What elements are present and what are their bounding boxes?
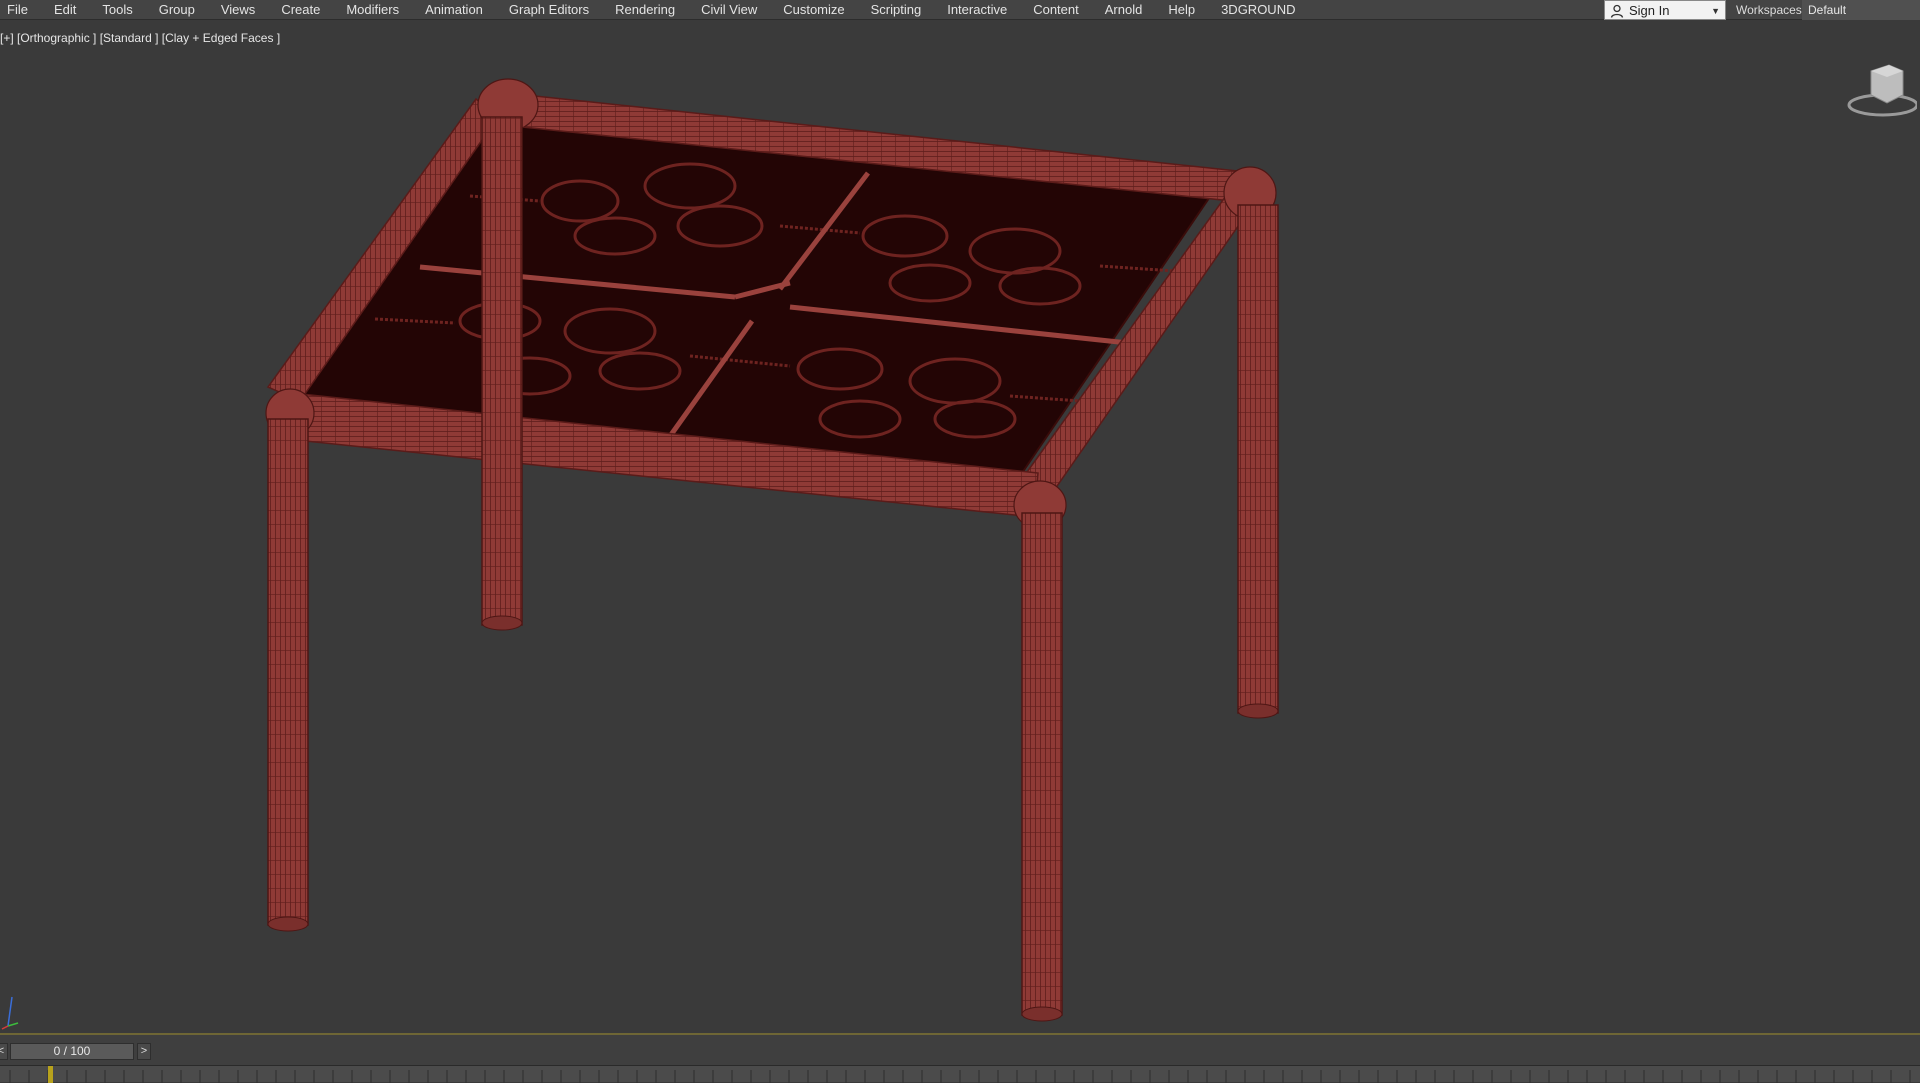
menu-interactive[interactable]: Interactive bbox=[934, 0, 1020, 20]
menu-customize[interactable]: Customize bbox=[770, 0, 857, 20]
leg-front-left bbox=[267, 418, 309, 926]
menu-civil-view[interactable]: Civil View bbox=[688, 0, 770, 20]
menu-scripting[interactable]: Scripting bbox=[858, 0, 935, 20]
menu-help[interactable]: Help bbox=[1155, 0, 1208, 20]
timeline-track[interactable] bbox=[0, 1065, 1920, 1083]
menu-rendering[interactable]: Rendering bbox=[602, 0, 688, 20]
next-frame-button[interactable]: > bbox=[137, 1043, 151, 1060]
time-marker[interactable] bbox=[48, 1066, 53, 1083]
chevron-down-icon: ▼ bbox=[1711, 6, 1720, 16]
prev-frame-button[interactable]: < bbox=[0, 1043, 8, 1060]
menu-group[interactable]: Group bbox=[146, 0, 208, 20]
sign-in-dropdown[interactable]: Sign In ▼ bbox=[1604, 0, 1726, 20]
menu-create[interactable]: Create bbox=[268, 0, 333, 20]
menu-items: File Edit Tools Group Views Create Modif… bbox=[0, 0, 1308, 20]
user-icon bbox=[1610, 4, 1624, 18]
axis-gizmo-icon bbox=[1, 996, 19, 1030]
menu-tools[interactable]: Tools bbox=[89, 0, 145, 20]
timeline-ticks bbox=[9, 1070, 1911, 1083]
workspaces-label: Workspaces: bbox=[1736, 3, 1806, 17]
time-bar: < 0 / 100 > bbox=[0, 1033, 1920, 1083]
sign-in-label: Sign In bbox=[1629, 3, 1670, 18]
viewport-perspective[interactable]: [+] [Orthographic ] [Standard ] [Clay + … bbox=[0, 21, 1920, 1033]
menu-graph-editors[interactable]: Graph Editors bbox=[496, 0, 602, 20]
menu-arnold[interactable]: Arnold bbox=[1092, 0, 1156, 20]
leg-back-left bbox=[481, 116, 523, 626]
menu-animation[interactable]: Animation bbox=[412, 0, 496, 20]
viewcube-icon[interactable] bbox=[1843, 59, 1917, 119]
menu-bar: File Edit Tools Group Views Create Modif… bbox=[0, 0, 1920, 20]
workspaces-select[interactable]: Default bbox=[1802, 0, 1920, 20]
menu-3dground[interactable]: 3DGROUND bbox=[1208, 0, 1308, 20]
menu-content[interactable]: Content bbox=[1020, 0, 1092, 20]
menu-modifiers[interactable]: Modifiers bbox=[333, 0, 412, 20]
menu-edit[interactable]: Edit bbox=[41, 0, 89, 20]
menu-views[interactable]: Views bbox=[208, 0, 268, 20]
leg-back-right bbox=[1237, 204, 1279, 714]
leg-front-right bbox=[1021, 512, 1063, 1016]
menu-file[interactable]: File bbox=[0, 0, 41, 20]
time-slider[interactable]: 0 / 100 bbox=[10, 1043, 134, 1060]
table-model[interactable] bbox=[0, 21, 1920, 1033]
